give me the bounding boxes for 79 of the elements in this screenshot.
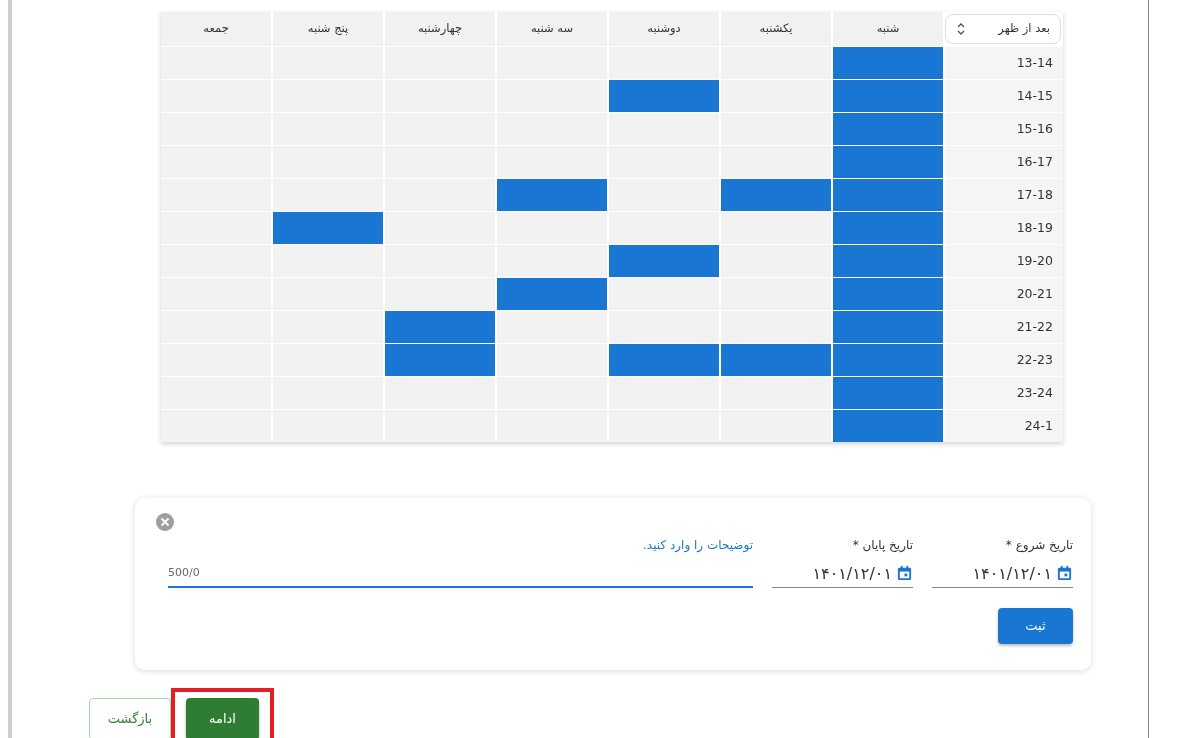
schedule-cell[interactable] — [721, 344, 831, 376]
schedule-cell[interactable] — [833, 113, 943, 145]
schedule-cell[interactable] — [721, 146, 831, 178]
schedule-cell[interactable] — [497, 278, 607, 310]
time-cell: 14-15 — [945, 80, 1063, 112]
continue-button[interactable]: ادامه — [186, 698, 259, 738]
schedule-cell[interactable] — [833, 344, 943, 376]
schedule-cell[interactable] — [609, 80, 719, 112]
time-cell: 19-20 — [945, 245, 1063, 277]
schedule-cell[interactable] — [833, 377, 943, 409]
schedule-cell[interactable] — [497, 410, 607, 442]
column-header: یکشنبه — [721, 12, 831, 46]
column-header: جمعه — [161, 12, 271, 46]
schedule-cell[interactable] — [609, 377, 719, 409]
field-label: تاریخ شروع * — [1004, 537, 1073, 554]
time-cell: 15-16 — [945, 113, 1063, 145]
schedule-cell[interactable] — [833, 146, 943, 178]
schedule-cell[interactable] — [609, 212, 719, 244]
calendar-icon[interactable] — [1056, 565, 1073, 582]
schedule-cell[interactable] — [497, 212, 607, 244]
back-button[interactable]: بازگشت — [89, 698, 171, 738]
schedule-cell[interactable] — [609, 344, 719, 376]
schedule-cell[interactable] — [273, 245, 383, 277]
schedule-cell[interactable] — [497, 179, 607, 211]
schedule-cell[interactable] — [833, 278, 943, 310]
schedule-cell[interactable] — [833, 311, 943, 343]
schedule-cell[interactable] — [833, 47, 943, 79]
schedule-cell[interactable] — [609, 113, 719, 145]
schedule-cell[interactable] — [833, 179, 943, 211]
time-cell: 18-19 — [945, 212, 1063, 244]
schedule-cell[interactable] — [609, 410, 719, 442]
schedule-cell[interactable] — [273, 179, 383, 211]
close-icon[interactable] — [155, 512, 175, 532]
schedule-cell[interactable] — [721, 212, 831, 244]
description-field[interactable]: 500/0 — [168, 560, 753, 588]
schedule-cell[interactable] — [161, 410, 271, 442]
time-cell: 17-18 — [945, 179, 1063, 211]
time-cell: 20-21 — [945, 278, 1063, 310]
schedule-cell[interactable] — [497, 245, 607, 277]
column-header: دوشنبه — [609, 12, 719, 46]
schedule-cell[interactable] — [609, 278, 719, 310]
schedule-cell[interactable] — [609, 47, 719, 79]
column-header: سه شنبه — [497, 12, 607, 46]
schedule-cell[interactable] — [721, 179, 831, 211]
date-field[interactable]: ۱۴۰۱/۱۲/۰۱ — [932, 560, 1073, 588]
time-cell: 13-14 — [945, 47, 1063, 79]
schedule-cell[interactable] — [833, 212, 943, 244]
time-cell: 24-1 — [945, 410, 1063, 442]
submit-button[interactable]: ثبت — [998, 608, 1073, 644]
schedule-cell[interactable] — [385, 410, 495, 442]
schedule-cell[interactable] — [273, 212, 383, 244]
schedule-cell[interactable] — [497, 311, 607, 343]
time-cell: 22-23 — [945, 344, 1063, 376]
schedule-cell[interactable] — [721, 377, 831, 409]
field-label: تاریخ پایان * — [851, 537, 913, 554]
schedule-cell[interactable] — [385, 377, 495, 409]
schedule-cell[interactable] — [721, 311, 831, 343]
time-cell: 16-17 — [945, 146, 1063, 178]
field-label: توضیحات را وارد کنید. — [642, 537, 753, 554]
column-header: پنج شنبه — [273, 12, 383, 46]
schedule-cell[interactable] — [385, 344, 495, 376]
date-field[interactable]: ۱۴۰۱/۱۲/۰۱ — [772, 560, 913, 588]
column-header: شنبه — [833, 12, 943, 46]
time-cell: 23-24 — [945, 377, 1063, 409]
schedule-cell[interactable] — [497, 146, 607, 178]
schedule-cell[interactable] — [833, 80, 943, 112]
schedule-cell[interactable] — [721, 410, 831, 442]
schedule-cell[interactable] — [273, 410, 383, 442]
column-header: چهارشنبه — [385, 12, 495, 46]
schedule-cell[interactable] — [609, 311, 719, 343]
calendar-icon[interactable] — [896, 565, 913, 582]
time-cell: 21-22 — [945, 311, 1063, 343]
period-selector[interactable]: بعد از ظهر — [945, 14, 1061, 44]
schedule-cell[interactable] — [833, 245, 943, 277]
schedule-cell[interactable] — [609, 245, 719, 277]
schedule-cell[interactable] — [385, 278, 495, 310]
schedule-cell[interactable] — [833, 410, 943, 442]
sort-icon — [956, 21, 966, 37]
schedule-cell[interactable] — [385, 311, 495, 343]
